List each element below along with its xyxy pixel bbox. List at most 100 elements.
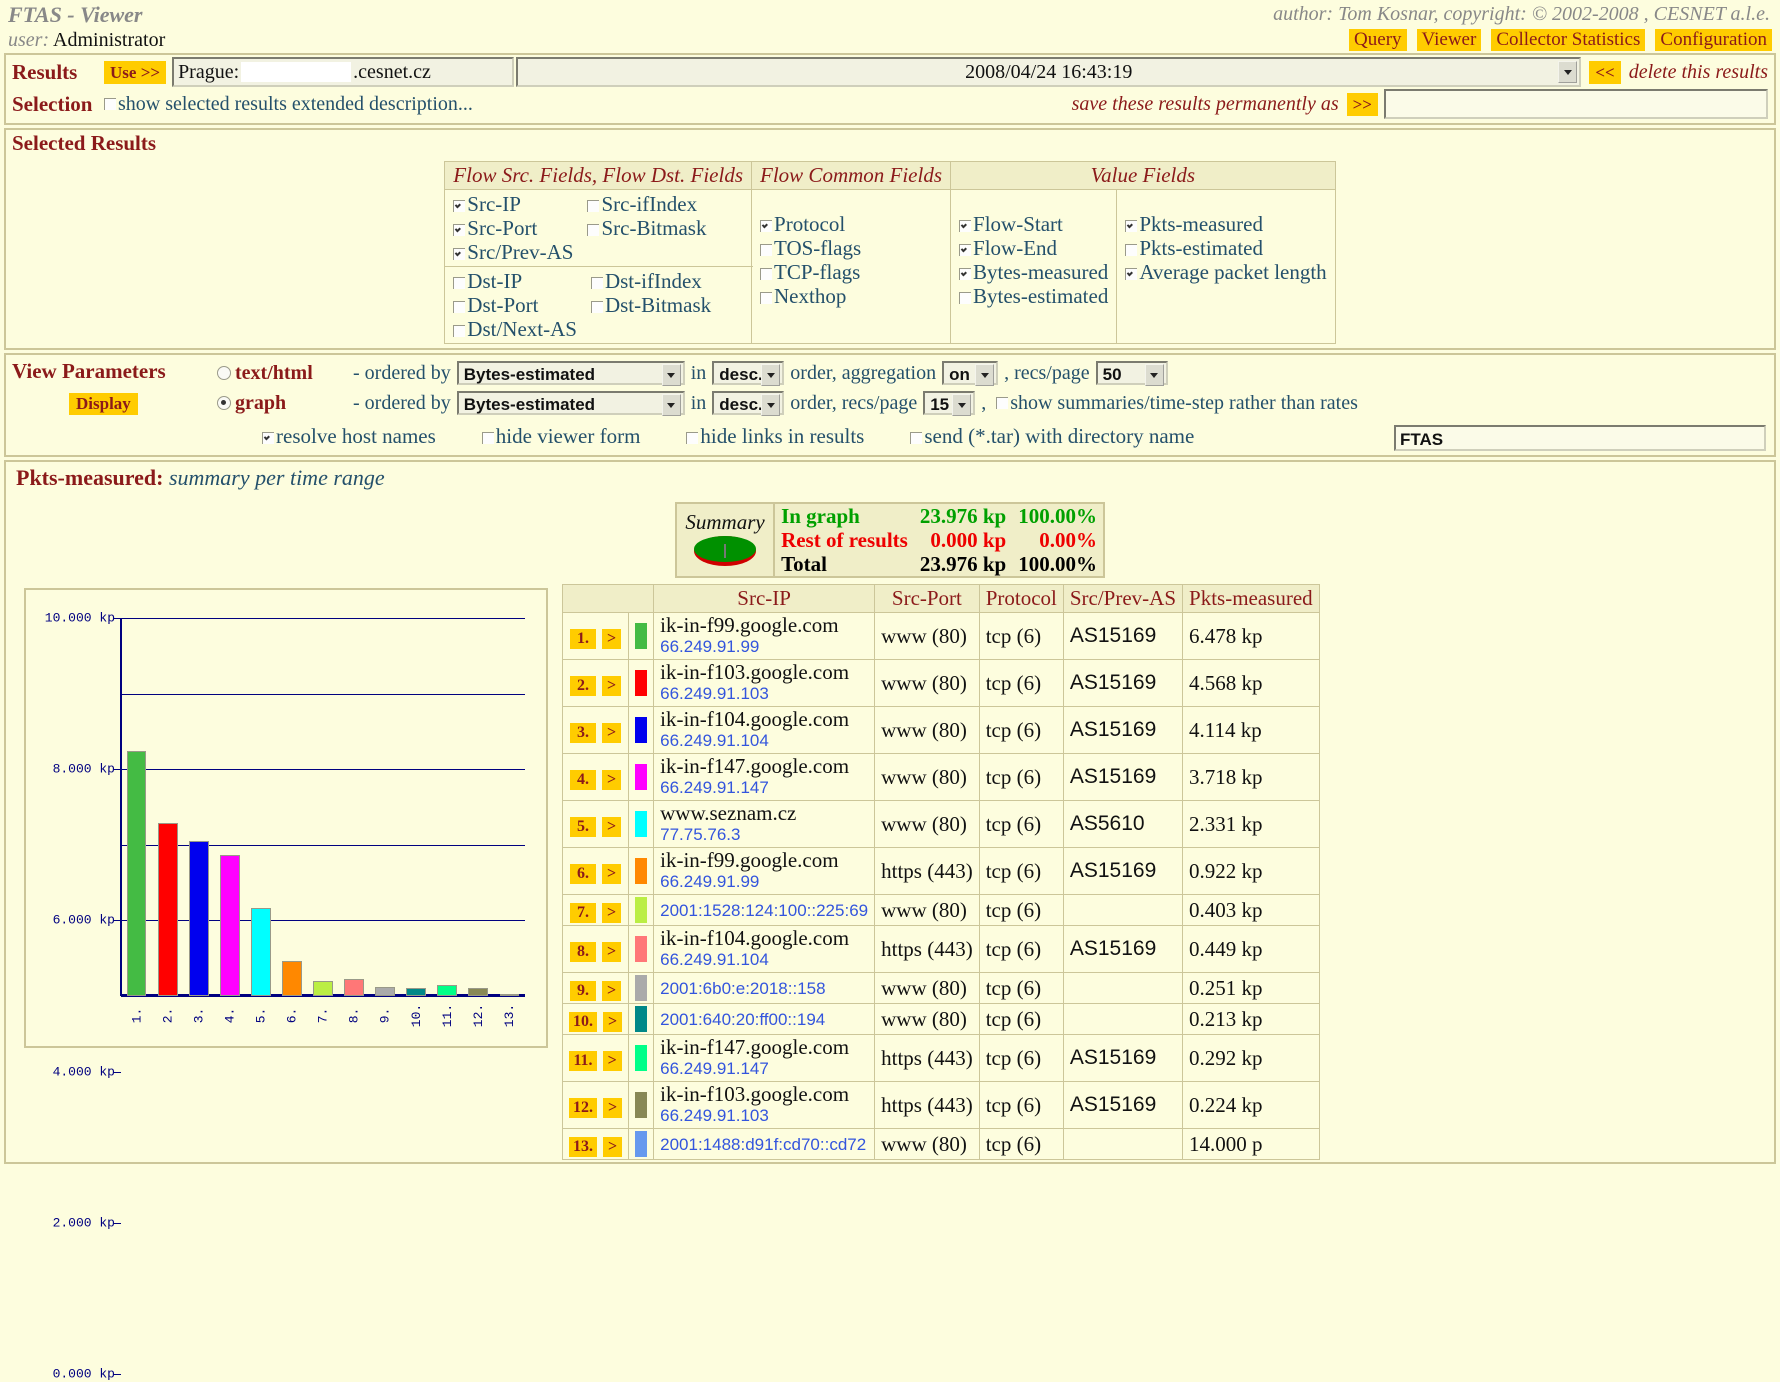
field-nexthop-checkbox[interactable] (760, 292, 773, 304)
field-protocol-checkbox[interactable] (760, 220, 773, 232)
src-ip-cell[interactable]: 2001:640:20:ff00::194 (653, 1003, 876, 1035)
chart-bar[interactable] (375, 986, 396, 996)
row-index-badge[interactable]: 3. (570, 722, 596, 743)
src-ip-cell[interactable]: 2001:6b0:e:2018::158 (653, 972, 876, 1004)
display-button[interactable]: Display (69, 393, 138, 415)
host-ip-link[interactable]: 66.249.91.103 (660, 683, 868, 704)
send-tar-checkbox[interactable] (910, 432, 923, 444)
row-index-badge[interactable]: 5. (570, 816, 596, 837)
host-ip-link[interactable]: 66.249.91.104 (660, 730, 868, 751)
src-ip-cell[interactable]: ik-in-f104.google.com 66.249.91.104 (653, 706, 876, 754)
chart-bar[interactable] (281, 961, 302, 996)
chart-bar[interactable] (499, 994, 520, 996)
row-drilldown-button[interactable]: > (602, 816, 622, 837)
row-drilldown-button[interactable]: > (602, 675, 622, 696)
field-pkts-estimated[interactable]: Pkts-estimated (1125, 236, 1326, 260)
chart-bar[interactable] (344, 979, 365, 996)
src-prev-as-cell[interactable]: AS15169 (1062, 659, 1184, 707)
host-ip-link[interactable]: 2001:640:20:ff00::194 (660, 1009, 868, 1030)
chart-bar[interactable] (188, 840, 209, 996)
src-prev-as-cell[interactable] (1062, 1003, 1184, 1035)
field-src-bitmask[interactable]: Src-Bitmask (587, 216, 706, 240)
row-index-badge[interactable]: 2. (570, 675, 596, 696)
field-flow-end-checkbox[interactable] (959, 244, 972, 256)
graph-direction-select[interactable]: desc. (712, 391, 785, 416)
row-drilldown-button[interactable]: > (602, 628, 622, 649)
row-index-badge[interactable]: 6. (570, 863, 596, 884)
row-drilldown-button[interactable]: > (602, 1050, 622, 1071)
aggregation-select[interactable]: on (942, 361, 999, 386)
row-index-badge[interactable]: 10. (569, 1011, 597, 1032)
src-ip-cell[interactable]: 2001:1488:d91f:cd70::cd72 (653, 1128, 876, 1160)
field-average-packet-length[interactable]: Average packet length (1125, 260, 1327, 284)
field-dst-port-checkbox[interactable] (453, 301, 466, 313)
field-bytes-measured[interactable]: Bytes-measured (959, 260, 1108, 284)
field-protocol[interactable]: Protocol (760, 212, 942, 236)
row-index-badge[interactable]: 11. (569, 1050, 597, 1071)
row-drilldown-button[interactable]: > (602, 941, 622, 962)
chart-bar[interactable] (250, 907, 271, 996)
th-src-ip[interactable]: Src-IP (653, 584, 876, 613)
nav-collector-statistics[interactable]: Collector Statistics (1491, 29, 1646, 51)
th-src-port[interactable]: Src-Port (874, 584, 980, 613)
src-ip-cell[interactable]: ik-in-f103.google.com 66.249.91.103 (653, 659, 876, 707)
src-prev-as-cell[interactable]: AS5610 (1062, 800, 1184, 848)
results-timestamp-select[interactable]: 2008/04/24 16:43:19 (516, 57, 1582, 87)
src-prev-as-cell[interactable]: AS15169 (1062, 753, 1184, 801)
nav-viewer[interactable]: Viewer (1416, 29, 1482, 51)
src-prev-as-cell[interactable]: AS15169 (1062, 925, 1184, 973)
field-nexthop[interactable]: Nexthop (760, 284, 942, 308)
field-src-prev-as[interactable]: Src/Prev-AS (453, 240, 573, 264)
field-tcp-flags-checkbox[interactable] (760, 268, 773, 280)
chevron-down-icon[interactable] (661, 394, 681, 416)
row-drilldown-button[interactable]: > (603, 1097, 623, 1118)
chart-bar[interactable] (157, 823, 178, 996)
row-index-badge[interactable]: 7. (570, 902, 596, 923)
field-tos-flags[interactable]: TOS-flags (760, 236, 942, 260)
field-dst-ip-checkbox[interactable] (453, 277, 466, 289)
row-index-badge[interactable]: 1. (570, 628, 596, 649)
chart-bar[interactable] (313, 980, 333, 996)
hide-links-option[interactable]: hide links in results (686, 424, 864, 449)
save-results-input[interactable] (1384, 89, 1768, 119)
th-pkts-measured[interactable]: Pkts-measured (1182, 584, 1320, 613)
row-index-badge[interactable]: 4. (570, 769, 596, 790)
hide-viewer-form-option[interactable]: hide viewer form (481, 424, 640, 449)
field-dst-bitmask[interactable]: Dst-Bitmask (590, 293, 711, 317)
chevron-down-icon[interactable] (1558, 61, 1578, 83)
host-ip-link[interactable]: 66.249.91.99 (660, 636, 868, 657)
src-ip-cell[interactable]: ik-in-f103.google.com 66.249.91.103 (653, 1081, 876, 1129)
field-src-bitmask-checkbox[interactable] (587, 224, 600, 236)
src-prev-as-cell[interactable]: AS15169 (1062, 1081, 1184, 1129)
field-src-prev-as-checkbox[interactable] (453, 248, 466, 260)
src-prev-as-cell[interactable]: AS15169 (1062, 612, 1184, 660)
field-pkts-estimated-checkbox[interactable] (1125, 244, 1138, 256)
src-prev-as-cell[interactable] (1062, 972, 1184, 1004)
src-ip-cell[interactable]: ik-in-f104.google.com 66.249.91.104 (653, 925, 876, 973)
field-bytes-estimated-checkbox[interactable] (959, 292, 972, 304)
directory-name-input[interactable]: FTAS (1394, 425, 1766, 451)
chevron-down-icon[interactable] (1144, 364, 1164, 386)
host-ip-link[interactable]: 66.249.91.99 (660, 871, 868, 892)
field-dst-bitmask-checkbox[interactable] (590, 301, 603, 313)
text-html-radio[interactable] (217, 366, 231, 380)
src-ip-cell[interactable]: 2001:1528:124:100::225:69 (653, 894, 876, 926)
src-prev-as-cell[interactable]: AS15169 (1062, 706, 1184, 754)
row-index-badge[interactable]: 8. (570, 941, 596, 962)
field-tcp-flags[interactable]: TCP-flags (760, 260, 942, 284)
field-bytes-estimated[interactable]: Bytes-estimated (959, 284, 1108, 308)
field-flow-end[interactable]: Flow-End (959, 236, 1108, 260)
field-pkts-measured[interactable]: Pkts-measured (1125, 212, 1326, 236)
send-tar-option[interactable]: send (*.tar) with directory name (910, 424, 1194, 449)
hide-links-checkbox[interactable] (686, 432, 699, 444)
row-drilldown-button[interactable]: > (602, 863, 622, 884)
nav-configuration[interactable]: Configuration (1655, 29, 1772, 51)
chart-bar[interactable] (468, 987, 489, 996)
chevron-down-icon[interactable] (975, 364, 995, 386)
field-bytes-measured-checkbox[interactable] (959, 268, 972, 280)
field-dst-port[interactable]: Dst-Port (453, 293, 577, 317)
chevron-down-icon[interactable] (761, 364, 781, 386)
row-index-badge[interactable]: 13. (569, 1136, 597, 1157)
chevron-down-icon[interactable] (952, 394, 972, 416)
src-prev-as-cell[interactable] (1062, 894, 1184, 926)
